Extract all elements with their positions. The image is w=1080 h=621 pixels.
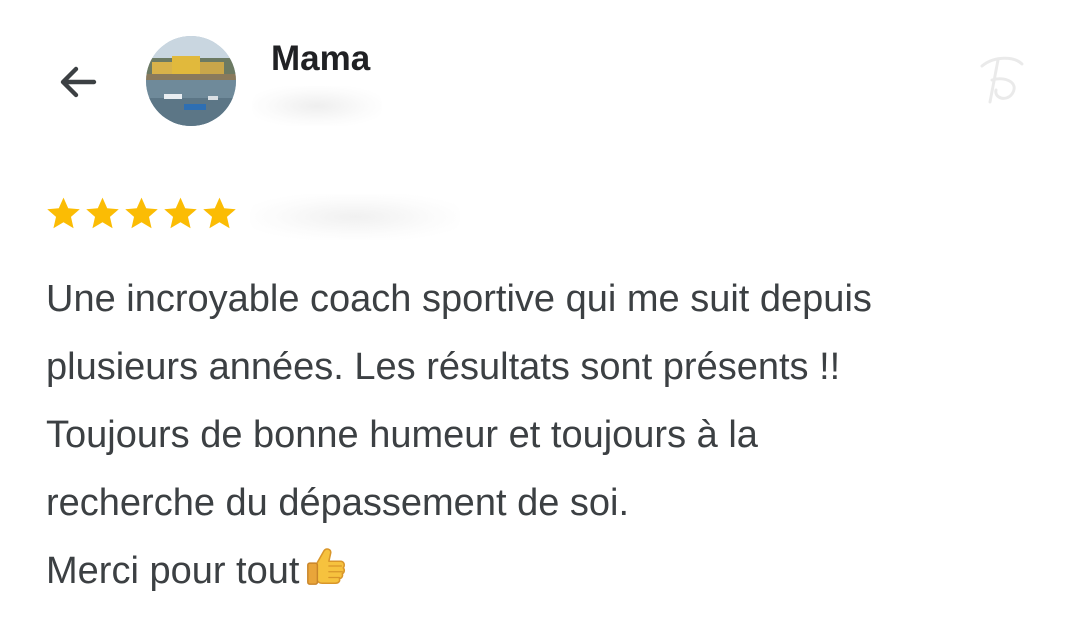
review-line: Merci pour tout bbox=[46, 550, 300, 592]
review-line: plusieurs années. Les résultats sont pré… bbox=[46, 346, 841, 388]
review-line: recherche du dépassement de soi. bbox=[46, 482, 630, 524]
watermark-icon bbox=[980, 56, 1024, 104]
star-icon bbox=[125, 197, 158, 228]
star-icon bbox=[164, 197, 197, 228]
review-line: Toujours de bonne humeur et toujours à l… bbox=[46, 414, 758, 456]
star-icon bbox=[86, 197, 119, 228]
star-rating bbox=[44, 190, 239, 236]
review-text: Une incroyable coach sportive qui me sui… bbox=[46, 265, 1046, 611]
thumbs-up-icon bbox=[303, 543, 349, 611]
star-icon bbox=[203, 197, 236, 228]
review-header: Mama bbox=[0, 0, 1080, 150]
review-date-blurred bbox=[250, 194, 460, 240]
back-button[interactable] bbox=[50, 54, 106, 110]
reviewer-name[interactable]: Mama bbox=[271, 38, 370, 80]
arrow-left-icon bbox=[60, 66, 97, 98]
review-line: Une incroyable coach sportive qui me sui… bbox=[46, 278, 872, 320]
review-last-line: Merci pour tout bbox=[46, 537, 1046, 611]
star-icon bbox=[47, 197, 80, 228]
avatar[interactable] bbox=[146, 36, 236, 126]
reviewer-meta-blurred bbox=[252, 86, 382, 126]
